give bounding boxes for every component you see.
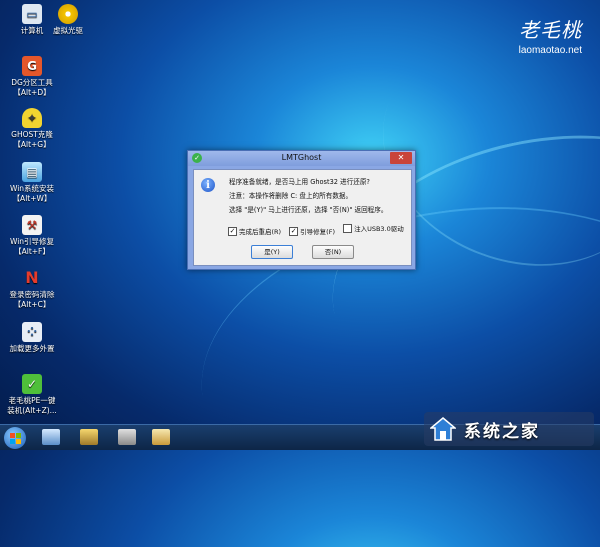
desktop-icon-label: GHOST克隆 【Alt+G】 [11, 130, 53, 149]
checkbox-restart[interactable]: ✓ 完成后重启(R) [228, 226, 281, 236]
checkbox-label: 注入USB3.0驱动 [354, 225, 404, 233]
desktop-icon-virtual-drive[interactable]: 虚拟光驱 [38, 4, 98, 36]
desktop-icon-label: 老毛桃PE一键 装机(Alt+Z)... [7, 396, 57, 415]
taskbar: 系统之家 [0, 412, 600, 450]
desktop-icon-ghost[interactable]: ✦ GHOST克隆 【Alt+G】 [2, 108, 62, 150]
house-logo-icon [428, 416, 458, 442]
checkbox-label: 引导修复(F) [300, 228, 335, 236]
taskbar-drive-icon[interactable] [118, 429, 136, 445]
desktop-icon-boot-repair[interactable]: ⚒ Win引导修复 【Alt+F】 [2, 215, 62, 257]
checkbox-box[interactable] [343, 223, 353, 233]
partition-tool-icon: G [22, 56, 42, 76]
desktop-icon-label: 登录密码清除 【Alt+C】 [9, 290, 55, 309]
dialog-titlebar[interactable]: ✓ LMTGhost ✕ [188, 151, 415, 166]
no-button[interactable]: 否(N) [312, 245, 354, 259]
start-button[interactable] [4, 427, 26, 449]
virtual-drive-icon [58, 4, 78, 24]
info-icon: i [201, 178, 215, 192]
password-clear-icon: N [25, 268, 39, 287]
desktop-icon-load-more[interactable]: ⁘ 加载更多外置 [2, 322, 62, 354]
watermark-text: 系统之家 [464, 421, 540, 442]
options-row: ✓ 完成后重启(R) ✓ 引导修复(F) 注入USB3.0驱动 [228, 223, 410, 236]
desktop-icon-label: Win系统安装 【Alt+W】 [9, 184, 55, 203]
taskbar-display-icon[interactable] [42, 429, 60, 445]
checkbox-box[interactable]: ✓ [228, 226, 237, 236]
message-line-2: 注意：本操作将删除 C: 盘上的所有数据。 [229, 192, 353, 200]
ghost-icon: ✦ [22, 108, 42, 128]
checkbox-usb3-driver[interactable]: 注入USB3.0驱动 [343, 223, 404, 233]
brand-url: laomaotao.net [518, 45, 582, 56]
brand-logo: 老毛桃 laomaotao.net [519, 14, 582, 56]
desktop-icon-password-clear[interactable]: N 登录密码清除 【Alt+C】 [2, 268, 62, 310]
onekey-install-icon: ✓ [22, 374, 42, 394]
message-line-1: 程序准备就绪，是否马上用 Ghost32 进行还原? [229, 178, 370, 186]
desktop-icon-dg-partition[interactable]: G DG分区工具 【Alt+D】 [2, 56, 62, 98]
desktop-icon-label: 虚拟光驱 [53, 26, 83, 35]
yes-button[interactable]: 是(Y) [251, 245, 293, 259]
load-more-icon: ⁘ [22, 322, 42, 342]
close-button[interactable]: ✕ [390, 152, 412, 164]
desktop-icon-label: Win引导修复 【Alt+F】 [9, 237, 55, 256]
taskbar-tools-icon[interactable] [80, 429, 98, 445]
checkbox-box[interactable]: ✓ [289, 226, 299, 236]
brand-name: 老毛桃 [519, 18, 582, 42]
boot-repair-icon: ⚒ [22, 215, 42, 235]
desktop-icon-win-install[interactable]: ▤ Win系统安装 【Alt+W】 [2, 162, 62, 204]
dialog-body: i 程序准备就绪，是否马上用 Ghost32 进行还原? 注意：本操作将删除 C… [193, 169, 412, 266]
dialog-title: LMTGhost [281, 153, 322, 162]
desktop-icon-label: 加载更多外置 [9, 344, 55, 353]
win-install-icon: ▤ [22, 162, 42, 182]
desktop-icon-label: DG分区工具 【Alt+D】 [11, 78, 53, 97]
desktop-icon-onekey-install[interactable]: ✓ 老毛桃PE一键 装机(Alt+Z)... [2, 374, 62, 416]
site-watermark: 系统之家 [424, 412, 594, 446]
taskbar-app-icon[interactable] [152, 429, 170, 445]
message-line-3: 选择 "是(Y)" 马上进行还原，选择 "否(N)" 返回程序。 [229, 206, 388, 214]
lmtghost-dialog: ✓ LMTGhost ✕ i 程序准备就绪，是否马上用 Ghost32 进行还原… [187, 150, 416, 270]
checkbox-label: 完成后重启(R) [239, 228, 282, 236]
checkbox-boot-repair[interactable]: ✓ 引导修复(F) [289, 226, 335, 236]
